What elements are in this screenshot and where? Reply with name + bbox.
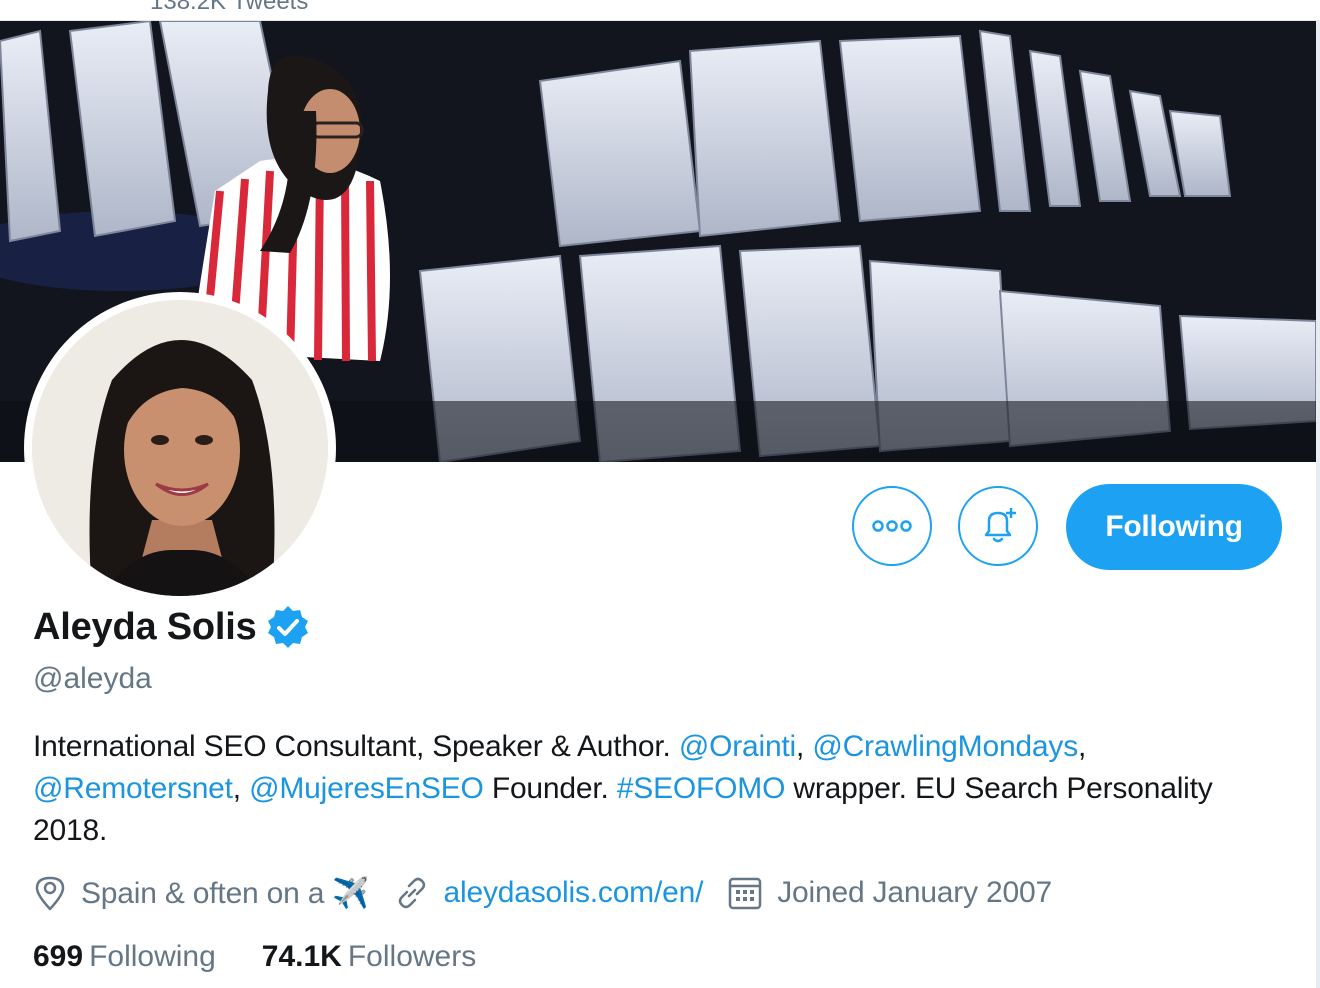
profile-bio: International SEO Consultant, Speaker & … [33, 726, 1283, 852]
joined-date: Joined January 2007 [727, 875, 1052, 911]
joined-text: Joined January 2007 [777, 876, 1052, 909]
location-text: Spain & often on a ✈️ [81, 876, 370, 910]
bio-text: International SEO Consultant, Speaker & … [33, 730, 679, 763]
verified-badge-icon [267, 606, 308, 648]
bell-plus-icon [984, 508, 1016, 543]
mention-link[interactable]: @Remotersnet [33, 772, 233, 805]
more-button[interactable] [852, 486, 932, 566]
mention-link[interactable]: @Orainti [679, 730, 796, 763]
website[interactable]: aleydasolis.com/en/ [394, 875, 704, 911]
calendar-icon [728, 877, 762, 910]
mention-link[interactable]: @CrawlingMondays [812, 730, 1078, 763]
more-horizontal-icon [872, 520, 912, 532]
bio-text: , [1078, 730, 1087, 763]
profile-handle: @aleyda [33, 662, 152, 695]
bio-text: , [232, 772, 250, 805]
profile-name: Aleyda Solis [33, 605, 257, 648]
followers-stat[interactable]: 74.1K Followers [262, 940, 476, 974]
profile-stats: 699 Following 74.1K Followers [33, 940, 522, 974]
mention-link[interactable]: @MujeresEnSEO [249, 772, 484, 805]
following-label: Following [89, 940, 216, 973]
notifications-button[interactable] [958, 486, 1038, 566]
location: Spain & often on a ✈️ [33, 875, 370, 911]
link-icon [398, 877, 425, 909]
following-stat[interactable]: 699 Following [33, 940, 216, 974]
bio-text: , [796, 730, 813, 763]
following-count: 699 [33, 940, 84, 973]
followers-label: Followers [347, 940, 477, 973]
profile-meta: Spain & often on a ✈️ aleydasolis.com/en… [33, 870, 1076, 916]
top-header-bar: 138.2K Tweets [0, 0, 1320, 21]
page-edge [1316, 21, 1320, 988]
bio-text: Founder. [483, 772, 617, 805]
avatar-image [32, 300, 328, 596]
profile-name-row: Aleyda Solis [33, 604, 311, 650]
tweet-count: 138.2K Tweets [150, 0, 309, 15]
following-button[interactable]: Following [1066, 484, 1282, 570]
website-link[interactable]: aleydasolis.com/en/ [444, 876, 704, 910]
hashtag-link[interactable]: #SEOFOMO [617, 772, 786, 805]
location-pin-icon [35, 876, 65, 911]
followers-count: 74.1K [261, 940, 342, 973]
avatar[interactable] [24, 292, 336, 604]
